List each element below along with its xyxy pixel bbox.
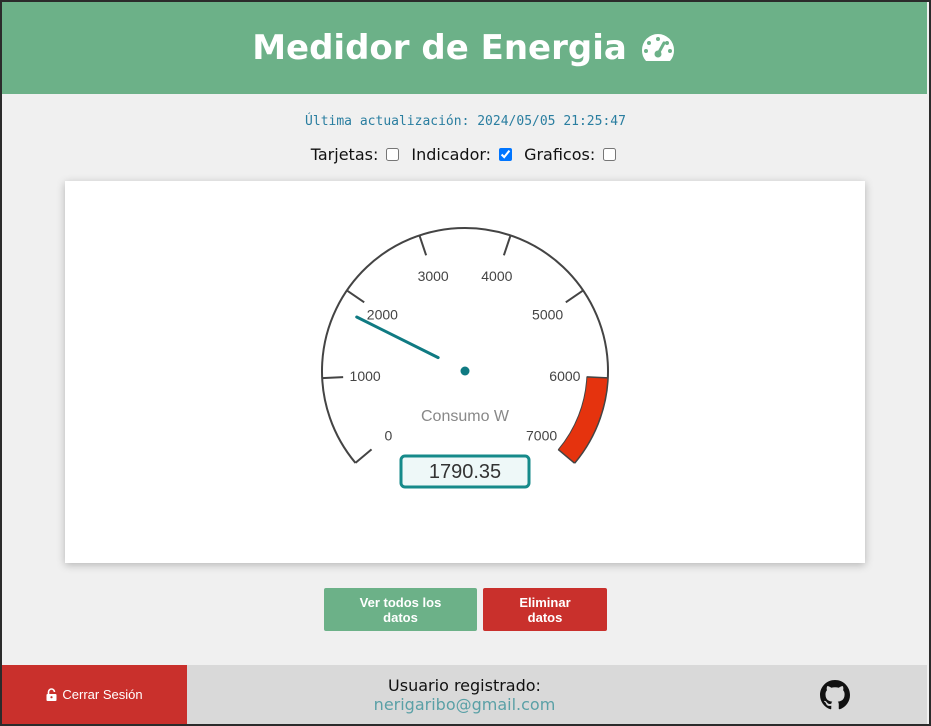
unlock-icon [46, 688, 57, 701]
toggle-indicator-checkbox[interactable] [499, 148, 513, 161]
gauge-tick-label: 5000 [532, 307, 563, 323]
page-title: Medidor de Energia [252, 28, 627, 68]
toggle-charts[interactable]: Graficos: [524, 145, 620, 164]
toggle-cards-checkbox[interactable] [386, 148, 400, 161]
gauge-tick-label: 1000 [350, 368, 381, 384]
gauge-tick [322, 376, 344, 380]
view-toggles: Tarjetas: Indicador: Graficos: [0, 145, 931, 164]
gauge-caption: Consumo W [421, 408, 510, 425]
gauge-tick-label: 2000 [367, 307, 398, 323]
delete-data-button[interactable]: Eliminar datos [483, 588, 607, 631]
toggle-charts-label: Graficos: [524, 145, 596, 164]
toggle-cards-label: Tarjetas: [310, 145, 379, 164]
gauge-tick-label: 3000 [418, 268, 449, 284]
gauge-tick [418, 235, 428, 256]
view-all-data-button[interactable]: Ver todos los datos [324, 588, 477, 631]
toggle-indicator-label: Indicador: [411, 145, 492, 164]
gauge-arc [321, 226, 609, 464]
user-label: Usuario registrado: [388, 675, 541, 695]
gauge-red-zone [557, 376, 609, 464]
gauge-tick-label: 4000 [481, 268, 512, 284]
gauge-tick [354, 448, 373, 464]
logout-button[interactable]: Cerrar Sesión [2, 665, 187, 724]
gauge-tick [346, 289, 365, 304]
power-gauge: 0100020003000 4000500060007000 Consumo W … [321, 226, 609, 489]
gauge-tick-label: 7000 [526, 427, 557, 443]
gauge-icon [641, 34, 674, 61]
registered-user: Usuario registrado: nerigaribo@gmail.com [187, 665, 742, 724]
gauge-value-text: 1790.35 [429, 461, 501, 483]
user-email: nerigaribo@gmail.com [373, 694, 556, 714]
gauge-needle-hub [460, 366, 470, 376]
toggle-indicator[interactable]: Indicador: [411, 145, 516, 164]
toggle-charts-checkbox[interactable] [603, 148, 617, 161]
toggle-cards[interactable]: Tarjetas: [311, 145, 404, 164]
gauge-tick [502, 235, 512, 256]
footer: Cerrar Sesión Usuario registrado: neriga… [2, 665, 927, 724]
gauge-card: 0 1000 2000 3000 4000 5000 6000 7000 Consumo W … [65, 181, 865, 563]
logout-label: Cerrar Sesión [62, 687, 143, 702]
page-title-wrap: Medidor de Energia [252, 28, 677, 68]
last-update-text: Última actualización: 2024/05/05 21:25:4… [305, 114, 626, 129]
action-buttons: Ver todos los datos Eliminar datos [0, 588, 931, 631]
gauge-tick [565, 289, 584, 304]
app-header: Medidor de Energia [2, 2, 927, 94]
gauge-tick-label: 6000 [549, 368, 580, 384]
gauge-tick-label: 0 [385, 427, 393, 443]
github-icon[interactable] [820, 680, 850, 710]
gauge-needle [355, 315, 440, 360]
